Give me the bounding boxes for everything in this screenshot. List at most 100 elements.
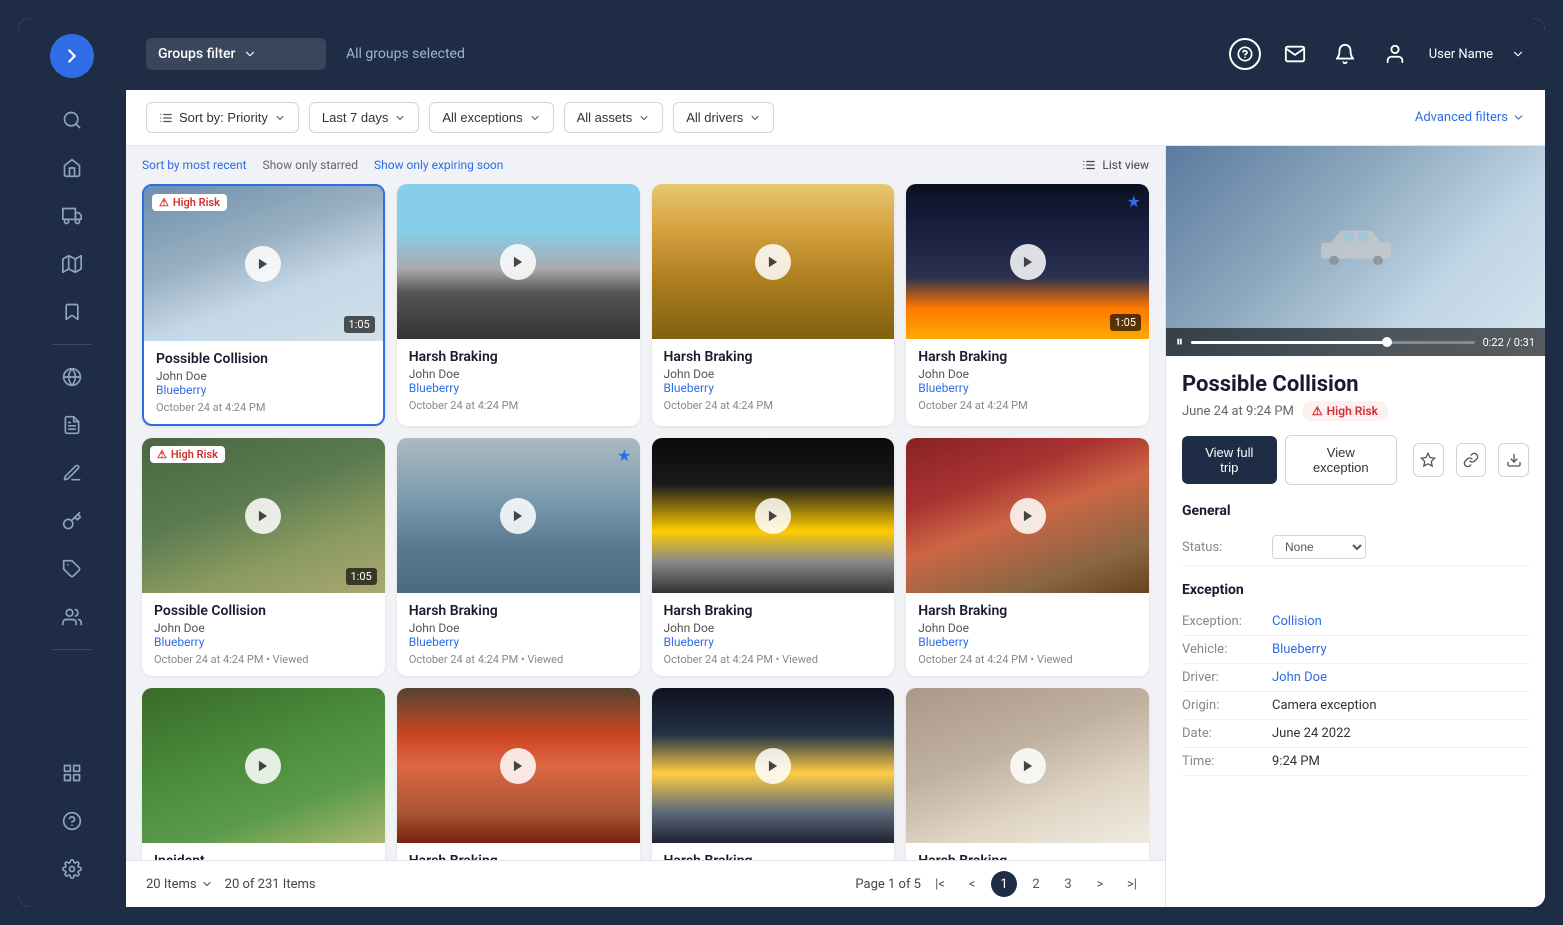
groups-filter-dropdown[interactable]: Groups filter (146, 38, 326, 70)
card-title: Harsh Braking (918, 603, 1137, 619)
card-7[interactable]: Harsh Braking John Doe Blueberry October… (652, 438, 895, 676)
card-thumbnail: ⚠High Risk 1:05 (144, 186, 383, 341)
play-button[interactable] (755, 748, 791, 784)
notifications-icon[interactable] (1329, 38, 1361, 70)
vehicle-value[interactable]: Blueberry (1272, 642, 1327, 657)
page-1-btn[interactable]: 1 (991, 871, 1017, 897)
play-button[interactable] (245, 748, 281, 784)
card-thumbnail (397, 688, 640, 843)
card-title: Possible Collision (156, 351, 371, 367)
card-6[interactable]: ★ Harsh Braking John Doe Blueberry Octob… (397, 438, 640, 676)
sidebar-item-people[interactable] (50, 595, 94, 639)
card-vehicle: Blueberry (918, 381, 1137, 395)
sidebar-item-truck[interactable] (50, 194, 94, 238)
card-title: Harsh Braking (918, 853, 1137, 860)
card-9[interactable]: Incident John Doe Blueberry October 24 a… (142, 688, 385, 860)
play-button[interactable] (1010, 244, 1046, 280)
advanced-filters-button[interactable]: Advanced filters (1415, 110, 1525, 125)
detail-title: Possible Collision (1182, 372, 1529, 397)
sidebar-item-grid[interactable] (50, 751, 94, 795)
card-4[interactable]: 1:05 ★ Harsh Braking John Doe Blueberry … (906, 184, 1149, 426)
video-progress-bar[interactable] (1191, 341, 1475, 344)
card-12[interactable]: Harsh Braking John Doe Blueberry October… (906, 688, 1149, 860)
sort-recent-link[interactable]: Sort by most recent (142, 158, 247, 172)
exception-value[interactable]: Collision (1272, 614, 1322, 629)
high-risk-badge: ⚠High Risk (150, 446, 225, 463)
first-page-btn[interactable]: |< (927, 871, 953, 897)
topbar: Groups filter All groups selected (126, 18, 1545, 90)
download-action-btn[interactable] (1498, 443, 1529, 477)
play-button[interactable] (500, 748, 536, 784)
help-icon[interactable] (1229, 38, 1261, 70)
card-body: Possible Collision John Doe Blueberry Oc… (144, 341, 383, 424)
sort-filter[interactable]: Sort by: Priority (146, 102, 299, 133)
sidebar-item-clipboard[interactable] (50, 403, 94, 447)
next-page-btn[interactable]: > (1087, 871, 1113, 897)
status-select[interactable]: None Reviewed Escalated Dismissed (1272, 535, 1366, 559)
card-5[interactable]: ⚠High Risk 1:05 Possible Collision John … (142, 438, 385, 676)
high-risk-badge: ⚠ High Risk (1302, 401, 1388, 421)
card-8[interactable]: Harsh Braking John Doe Blueberry October… (906, 438, 1149, 676)
date-chevron (394, 112, 406, 124)
sidebar-item-bookmark[interactable] (50, 290, 94, 334)
sidebar-item-search[interactable] (50, 98, 94, 142)
drivers-filter[interactable]: All drivers (673, 102, 774, 133)
sidebar-item-home[interactable] (50, 146, 94, 190)
card-date: October 24 at 4:24 PM (409, 399, 628, 412)
date-filter[interactable]: Last 7 days (309, 102, 420, 133)
link-action-btn[interactable] (1456, 443, 1487, 477)
view-exception-button[interactable]: View exception (1285, 435, 1397, 485)
card-vehicle: Blueberry (664, 381, 883, 395)
video-pause-btn[interactable]: ⏸ (1176, 334, 1183, 350)
sidebar-item-map[interactable] (50, 242, 94, 286)
username-text[interactable]: User Name (1429, 47, 1493, 62)
driver-value[interactable]: John Doe (1272, 670, 1327, 685)
card-1[interactable]: ⚠High Risk 1:05 Possible Collision John … (142, 184, 385, 426)
play-button[interactable] (500, 244, 536, 280)
show-starred-link[interactable]: Show only starred (263, 158, 358, 172)
card-title: Harsh Braking (664, 853, 883, 860)
messages-icon[interactable] (1279, 38, 1311, 70)
high-risk-badge: ⚠High Risk (152, 194, 227, 211)
assets-filter[interactable]: All assets (564, 102, 664, 133)
card-11[interactable]: Harsh Braking John Doe Blueberry October… (652, 688, 895, 860)
sidebar-item-edit[interactable] (50, 451, 94, 495)
assets-label: All assets (577, 110, 633, 125)
general-section-title: General (1182, 503, 1529, 519)
card-2[interactable]: Harsh Braking John Doe Blueberry October… (397, 184, 640, 426)
card-date: October 24 at 4:24 PM • Viewed (154, 653, 373, 666)
last-page-btn[interactable]: >| (1119, 871, 1145, 897)
list-view-button[interactable]: List view (1082, 158, 1149, 172)
exceptions-filter[interactable]: All exceptions (429, 102, 553, 133)
star-icon (1420, 452, 1436, 468)
view-full-trip-button[interactable]: View full trip (1182, 436, 1277, 484)
play-button[interactable] (245, 246, 281, 282)
play-button[interactable] (500, 498, 536, 534)
prev-page-btn[interactable]: < (959, 871, 985, 897)
items-count[interactable]: 20 Items (146, 877, 213, 892)
show-expiring-link[interactable]: Show only expiring soon (374, 158, 503, 172)
sidebar-item-tag[interactable] (50, 547, 94, 591)
sidebar-item-help[interactable] (50, 799, 94, 843)
sidebar-item-globe[interactable] (50, 355, 94, 399)
sidebar-item-settings[interactable] (50, 847, 94, 891)
card-3[interactable]: Harsh Braking John Doe Blueberry October… (652, 184, 895, 426)
play-button[interactable] (1010, 498, 1046, 534)
user-avatar[interactable] (1379, 38, 1411, 70)
sidebar-item-key[interactable] (50, 499, 94, 543)
sort-label: Sort by: Priority (179, 110, 268, 125)
sidebar-logo[interactable] (50, 34, 94, 78)
card-10[interactable]: Harsh Braking John Doe Blueberry October… (397, 688, 640, 860)
play-button[interactable] (755, 244, 791, 280)
page-2-btn[interactable]: 2 (1023, 871, 1049, 897)
assets-chevron (638, 112, 650, 124)
list-view-label: List view (1102, 158, 1149, 172)
play-button[interactable] (755, 498, 791, 534)
play-button[interactable] (245, 498, 281, 534)
card-title: Harsh Braking (664, 603, 883, 619)
status-label: Status: (1182, 540, 1272, 555)
page-3-btn[interactable]: 3 (1055, 871, 1081, 897)
star-action-btn[interactable] (1413, 443, 1444, 477)
play-button[interactable] (1010, 748, 1046, 784)
sidebar (18, 18, 126, 907)
